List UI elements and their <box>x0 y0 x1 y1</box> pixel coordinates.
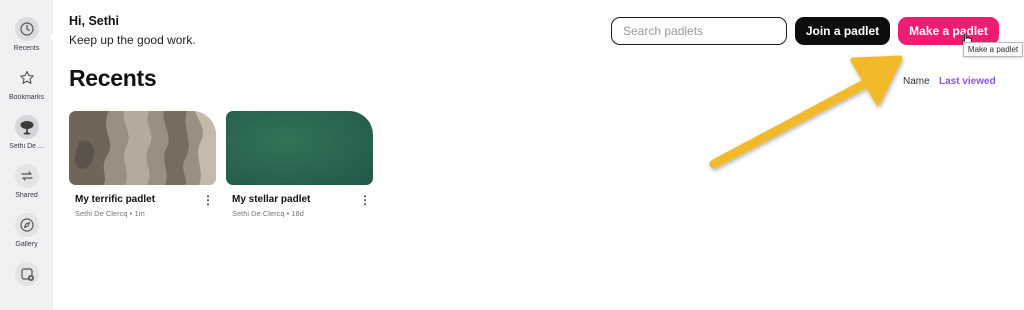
compass-icon <box>14 213 39 237</box>
sidebar-item-bookmarks[interactable]: Bookmarks <box>0 66 53 101</box>
clock-icon <box>14 17 39 41</box>
add-folder-icon <box>14 262 39 286</box>
more-options-icon[interactable]: ⋮ <box>359 193 371 207</box>
sidebar-item-shared[interactable]: Shared <box>0 164 53 199</box>
padlet-meta: Sethi De Clercq • 18d <box>232 209 304 218</box>
padlet-title[interactable]: My terrific padlet <box>75 194 155 205</box>
sort-last-viewed-option[interactable]: Last viewed <box>939 76 996 87</box>
greeting-subtitle: Keep up the good work. <box>69 33 196 47</box>
sidebar-item-label: Sethi De ... <box>9 143 44 150</box>
star-icon <box>15 66 39 90</box>
sidebar-item-account[interactable]: Sethi De ... <box>0 115 53 150</box>
padlet-title[interactable]: My stellar padlet <box>232 194 310 205</box>
padlet-card[interactable]: My stellar padlet Sethi De Clercq • 18d … <box>226 111 373 218</box>
padlet-card[interactable]: My terrific padlet Sethi De Clercq • 1m … <box>69 111 216 218</box>
greeting: Hi, Sethi <box>69 14 120 28</box>
padlet-thumbnail[interactable] <box>69 111 216 185</box>
sidebar-item-label: Shared <box>15 192 38 199</box>
sidebar-item-label: Gallery <box>15 241 38 248</box>
sidebar-item-gallery[interactable]: Gallery <box>0 213 53 248</box>
active-indicator <box>50 34 56 40</box>
padlet-meta: Sethi De Clercq • 1m <box>75 209 145 218</box>
join-padlet-button[interactable]: Join a padlet <box>795 17 890 45</box>
sidebar-item-label: Recents <box>13 45 40 52</box>
sidebar-item-recents[interactable]: Recents <box>0 17 53 52</box>
avatar-icon <box>14 115 39 139</box>
annotation-arrow-icon <box>709 55 903 169</box>
more-options-icon[interactable]: ⋮ <box>202 193 214 207</box>
page-title: Recents <box>69 65 157 91</box>
tooltip: Make a padlet <box>963 42 1023 57</box>
shared-arrows-icon <box>14 164 39 188</box>
search-input[interactable] <box>611 17 787 45</box>
sidebar-item-new-folder[interactable] <box>0 262 53 290</box>
sidebar-item-label: Bookmarks <box>8 94 44 101</box>
sidebar: Recents Bookmarks Sethi De ... Shared Ga… <box>0 0 56 310</box>
padlet-thumbnail[interactable] <box>226 111 373 185</box>
make-padlet-button[interactable]: Make a padlet <box>898 17 999 45</box>
